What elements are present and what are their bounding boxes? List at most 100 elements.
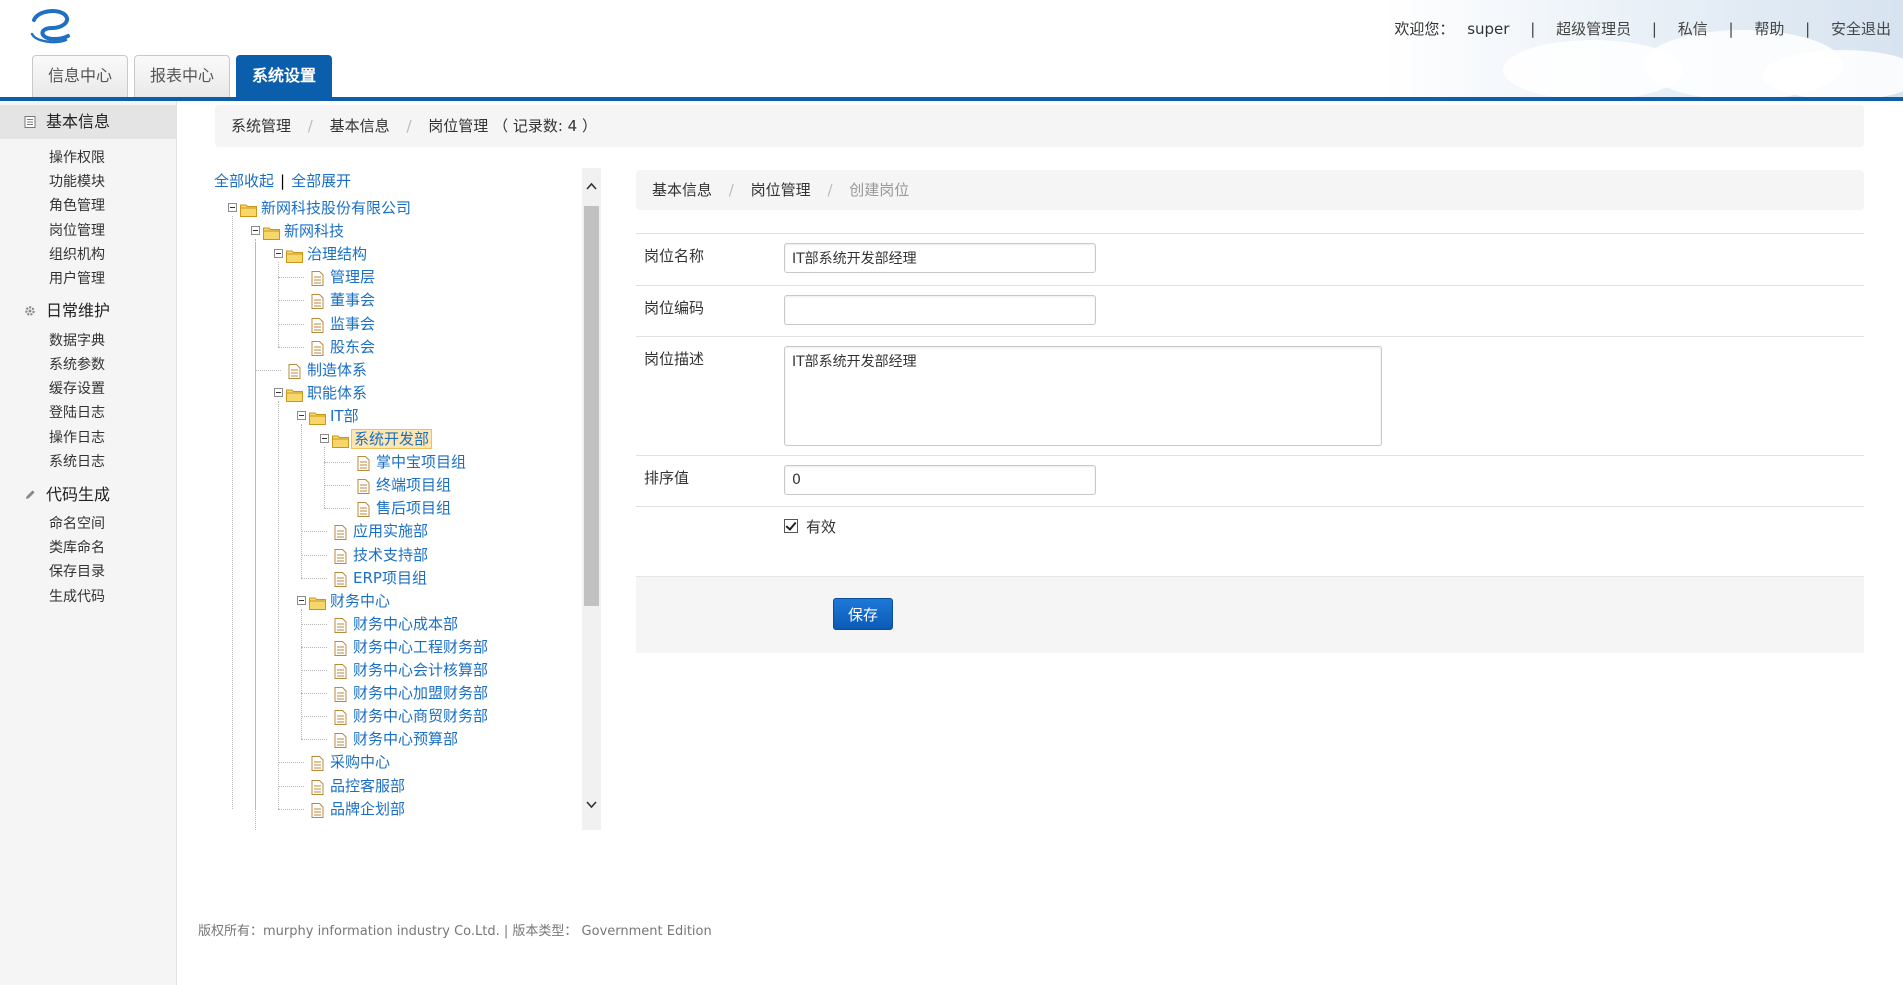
form-breadcrumb: 基本信息 / 岗位管理 / 创建岗位 [636,170,1864,210]
tree-node-label[interactable]: 采购中心 [328,751,392,773]
tree-scrollbar[interactable] [582,168,601,830]
tree-guide-line [278,262,280,347]
tree-node-label[interactable]: 技术支持部 [351,544,430,566]
file-icon [311,802,324,824]
tree-collapse-toggle[interactable] [251,226,260,236]
tree-node-label[interactable]: 应用实施部 [351,520,430,542]
tree-collapse-toggle[interactable] [228,203,237,212]
tab-report-center[interactable]: 报表中心 [134,55,230,97]
sidebar-item-organization[interactable]: 组织机构 [49,245,105,265]
file-icon [334,640,347,662]
tree-guide-line [255,369,281,372]
tree-guide-line [278,400,280,809]
tree-node-label[interactable]: 品牌企划部 [328,798,407,820]
sidebar-group-codegen[interactable]: 代码生成 [0,478,176,512]
position-code-input[interactable] [784,295,1096,325]
messages-link[interactable]: 私信 [1678,18,1708,39]
breadcrumb-item[interactable]: 基本信息 [652,170,712,210]
tree-node-label[interactable]: 掌中宝项目组 [374,451,468,473]
chevron-up-icon[interactable] [586,182,597,190]
help-link[interactable]: 帮助 [1754,18,1784,39]
position-desc-textarea[interactable]: IT部系统开发部经理 [784,346,1382,446]
tree-node-label[interactable]: 监事会 [328,313,377,335]
sidebar-item-namespace[interactable]: 命名空间 [49,514,105,534]
tree-collapse-toggle[interactable] [274,249,283,259]
folder-icon [309,594,326,616]
sidebar-item-roles[interactable]: 角色管理 [49,196,105,216]
breadcrumb-item[interactable]: 基本信息 [330,105,390,147]
tree-node-label[interactable]: 财务中心成本部 [351,613,460,635]
tree-collapse-toggle[interactable] [297,595,306,605]
tree-node-label[interactable]: IT部 [328,405,361,427]
sidebar-item-positions[interactable]: 岗位管理 [49,221,105,241]
tree-node-label[interactable]: 董事会 [328,289,377,311]
file-icon [311,317,324,339]
file-icon [334,548,347,570]
scrollbar-thumb[interactable] [584,206,599,606]
tree-node-label[interactable]: 财务中心 [328,590,392,612]
sidebar-item-modules[interactable]: 功能模块 [49,172,105,192]
valid-checkbox[interactable] [784,519,798,533]
sidebar-item-generate-code[interactable]: 生成代码 [49,587,105,607]
logout-link[interactable]: 安全退出 [1831,18,1891,39]
tree-node-label[interactable]: 新网科技股份有限公司 [259,197,413,219]
tree-node-label[interactable]: 财务中心会计核算部 [351,659,490,681]
save-button[interactable]: 保存 [833,598,893,630]
tree-node-label[interactable]: 新网科技 [282,220,346,242]
tree-guide-line [278,323,304,326]
org-tree: 全部收起 | 全部展开 新网科技股份有限公司 新网科技 治理结构 管理层 董事会 监事会 股东会… [214,168,600,830]
tree-node-label[interactable]: 财务中心预算部 [351,728,460,750]
valid-checkbox-label[interactable]: 有效 [806,516,836,537]
collapse-all-link[interactable]: 全部收起 [214,172,274,190]
sidebar-group-maintenance[interactable]: 日常维护 [0,294,176,328]
tree-collapse-toggle[interactable] [297,410,306,420]
header-cloud-background [1383,0,1903,100]
sidebar-item-cache[interactable]: 缓存设置 [49,379,105,399]
tree-node-label[interactable]: 系统开发部 [351,429,433,449]
sidebar-item-login-log[interactable]: 登陆日志 [49,403,105,423]
tree-collapse-toggle[interactable] [320,434,329,443]
tree-node-label[interactable]: 管理层 [328,266,377,288]
document-icon [24,116,36,128]
sidebar-item-permissions[interactable]: 操作权限 [49,148,105,168]
tree-node-label[interactable]: 财务中心加盟财务部 [351,682,490,704]
sidebar-item-save-directory[interactable]: 保存目录 [49,562,105,582]
tree-node-label[interactable]: ERP项目组 [351,567,429,589]
breadcrumb-current: 创建岗位 [849,181,910,199]
breadcrumb-item[interactable]: 系统管理 [231,105,291,147]
tree-collapse-toggle[interactable] [274,387,283,397]
tree-guide-line [278,808,304,811]
tree-node-label[interactable]: 品控客服部 [328,775,407,797]
tree-guide-line [278,762,304,764]
tree-node-label[interactable]: 制造体系 [305,359,369,381]
folder-icon [332,432,349,454]
sort-value-input[interactable] [784,465,1096,495]
form-row-description: 岗位描述 IT部系统开发部经理 [636,336,1864,456]
expand-all-link[interactable]: 全部展开 [291,172,351,190]
role-link[interactable]: 超级管理员 [1556,18,1631,39]
breadcrumb-current: 岗位管理 [428,117,489,135]
tree-node-label[interactable]: 财务中心工程财务部 [351,636,490,658]
tab-info-center[interactable]: 信息中心 [32,55,128,97]
tab-system-settings[interactable]: 系统设置 [236,55,332,98]
sidebar-item-operation-log[interactable]: 操作日志 [49,428,105,448]
sidebar-group-basic-info[interactable]: 基本信息 [0,105,176,139]
position-desc-label: 岗位描述 [644,350,705,368]
tree-node-label[interactable]: 售后项目组 [374,497,453,519]
sidebar-item-dictionary[interactable]: 数据字典 [49,331,105,351]
sidebar-item-system-log[interactable]: 系统日志 [49,452,105,472]
sidebar-item-system-params[interactable]: 系统参数 [49,355,105,375]
tree-guide-line [278,346,304,349]
sidebar-item-library-naming[interactable]: 类库命名 [49,538,105,558]
sidebar-item-users[interactable]: 用户管理 [49,269,105,289]
chevron-down-icon[interactable] [586,801,597,809]
tree-node-label[interactable]: 职能体系 [305,382,369,404]
tree-guide-line [301,554,327,557]
form-row-name: 岗位名称 [636,233,1864,285]
tree-node-label[interactable]: 财务中心商贸财务部 [351,705,490,727]
tree-node-label[interactable]: 治理结构 [305,243,369,265]
breadcrumb-item[interactable]: 岗位管理 [751,170,811,210]
position-name-input[interactable] [784,243,1096,273]
tree-node-label[interactable]: 股东会 [328,336,377,358]
tree-node-label[interactable]: 终端项目组 [374,474,453,496]
